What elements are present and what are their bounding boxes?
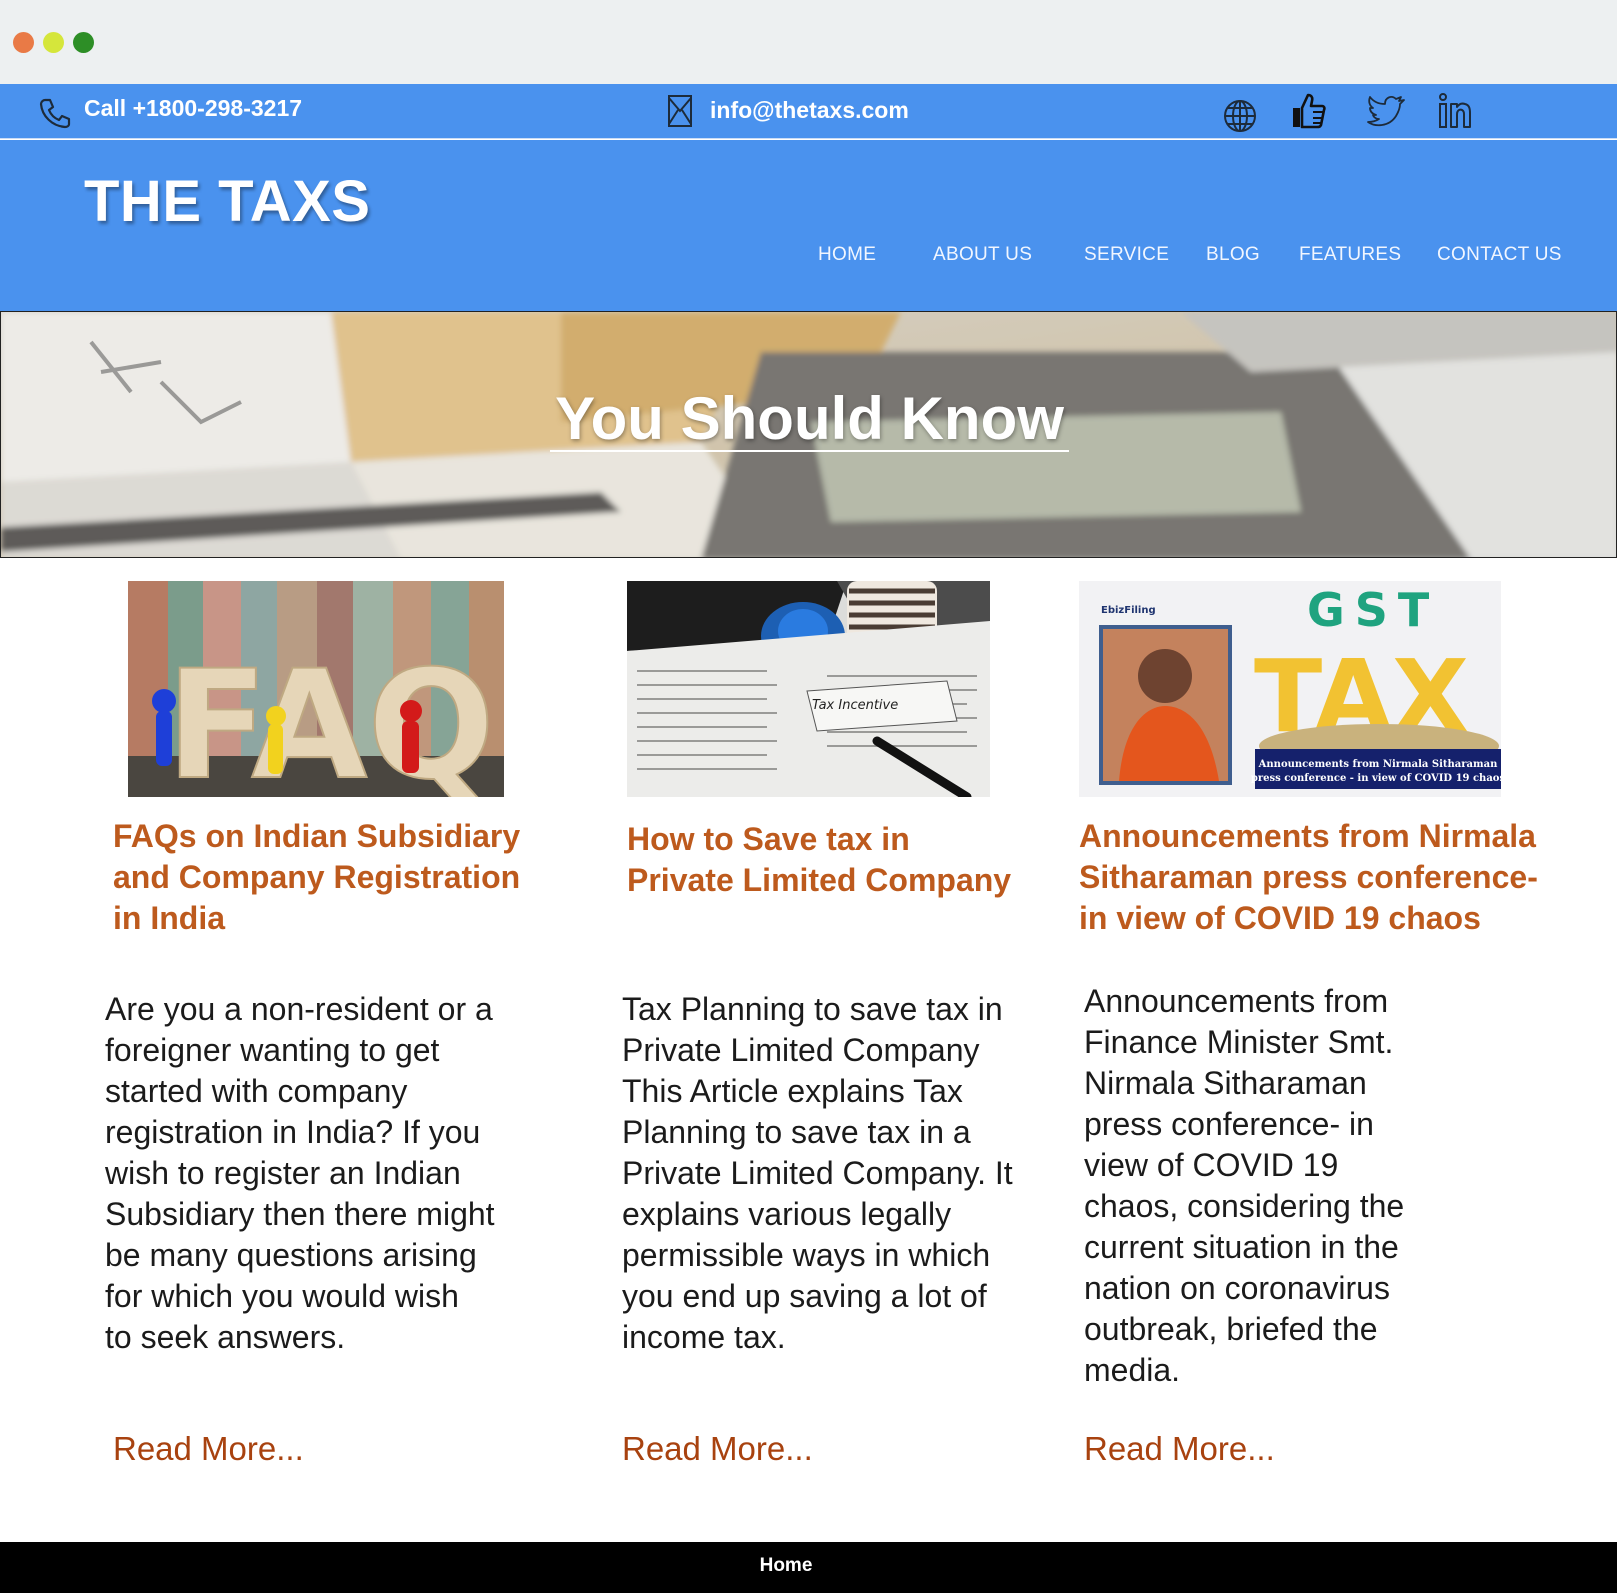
read-more-link-save-tax[interactable]: Read More... (622, 1430, 813, 1468)
excerpt-line: you end up saving a lot of (622, 1278, 987, 1314)
read-more-link-faq[interactable]: Read More... (113, 1430, 304, 1468)
phone-icon (39, 98, 71, 129)
excerpt-line: current situation in the (1084, 1229, 1399, 1265)
excerpt-line: for which you would wish (105, 1278, 459, 1314)
article-title-line: Sitharaman press conference- (1079, 859, 1538, 895)
twitter-icon[interactable] (1365, 94, 1407, 132)
article-excerpt-save-tax: Tax Planning to save tax in Private Limi… (622, 989, 1013, 1358)
excerpt-line: Announcements from (1084, 983, 1389, 1019)
article-title-line: in India (113, 900, 225, 936)
gst-tax-image[interactable]: EbizFiling GST TAX Announcements from Ni… (1079, 581, 1501, 797)
excerpt-line: registration in India? If you (105, 1114, 481, 1150)
contact-bar: Call +1800-298-3217 info@thetaxs.com (0, 84, 1617, 139)
article-title-line: How to Save tax in (627, 821, 910, 857)
article-title-announcements[interactable]: Announcements from Nirmala Sitharaman pr… (1079, 816, 1538, 939)
article-excerpt-faq: Are you a non-resident or a foreigner wa… (105, 989, 495, 1358)
excerpt-line: wish to register an Indian (105, 1155, 461, 1191)
excerpt-line: chaos, considering the (1084, 1188, 1405, 1224)
window-close-dot[interactable] (13, 32, 34, 53)
hero-banner: You Should Know (0, 311, 1617, 558)
svg-text:FAQ: FAQ (166, 639, 495, 797)
thumbs-up-icon[interactable] (1289, 92, 1327, 130)
article-title-save-tax[interactable]: How to Save tax in Private Limited Compa… (627, 819, 1011, 901)
article-title-line: FAQs on Indian Subsidiary (113, 818, 521, 854)
excerpt-line: Finance Minister Smt. (1084, 1024, 1394, 1060)
svg-text:EbizFiling: EbizFiling (1101, 605, 1156, 616)
svg-text:Announcements from Nirmala Sit: Announcements from Nirmala Sitharaman (1258, 759, 1498, 770)
excerpt-line: Planning to save tax in a (622, 1114, 971, 1150)
svg-text:press conference - in view of: press conference - in view of COVID 19 c… (1251, 773, 1501, 784)
globe-icon[interactable] (1222, 98, 1258, 134)
excerpt-line: nation on coronavirus (1084, 1270, 1390, 1306)
site-footer: Home (0, 1542, 1617, 1593)
excerpt-line: view of COVID 19 (1084, 1147, 1339, 1183)
excerpt-line: media. (1084, 1352, 1181, 1388)
excerpt-line: explains various legally (622, 1196, 952, 1232)
excerpt-line: permissible ways in which (622, 1237, 991, 1273)
svg-text:Tax Incentive: Tax Incentive (812, 698, 898, 713)
mail-icon (668, 95, 692, 127)
excerpt-line: Tax Planning to save tax in (622, 991, 1003, 1027)
article-title-faq[interactable]: FAQs on Indian Subsidiary and Company Re… (113, 816, 520, 939)
linkedin-icon[interactable] (1436, 92, 1474, 130)
window-minimize-dot[interactable] (43, 32, 64, 53)
email-address[interactable]: info@thetaxs.com (710, 97, 909, 124)
excerpt-line: foreigner wanting to get (105, 1032, 440, 1068)
excerpt-line: be many questions arising (105, 1237, 477, 1273)
excerpt-line: press conference- in (1084, 1106, 1374, 1142)
tax-incentive-image[interactable]: Tax Incentive (627, 581, 990, 797)
excerpt-line: Private Limited Company (622, 1032, 980, 1068)
excerpt-line: started with company (105, 1073, 408, 1109)
read-more-link-announcements[interactable]: Read More... (1084, 1430, 1275, 1468)
hero-title-underline (550, 450, 1069, 452)
excerpt-line: Are you a non-resident or a (105, 991, 493, 1027)
excerpt-line: Nirmala Sitharaman (1084, 1065, 1367, 1101)
window-maximize-dot[interactable] (73, 32, 94, 53)
article-title-line: in view of COVID 19 chaos (1079, 900, 1481, 936)
excerpt-line: to seek answers. (105, 1319, 346, 1355)
article-title-line: Announcements from Nirmala (1079, 818, 1536, 854)
phone-number[interactable]: Call +1800-298-3217 (84, 95, 302, 122)
footer-home-link[interactable]: Home (0, 1555, 1572, 1577)
article-title-line: Private Limited Company (627, 862, 1012, 898)
article-excerpt-announcements: Announcements from Finance Minister Smt.… (1084, 981, 1404, 1391)
article-title-line: and Company Registration (113, 859, 521, 895)
faq-image[interactable]: FAQ (128, 581, 504, 797)
browser-chrome (0, 0, 1617, 84)
site-header: THE TAXS HOME ABOUT US SERVICE BLOG FEAT… (0, 140, 1617, 311)
nav-about-us[interactable]: ABOUT US (933, 244, 1032, 266)
excerpt-line: Subsidiary then there might (105, 1196, 495, 1232)
excerpt-line: outbreak, briefed the (1084, 1311, 1378, 1347)
nav-features[interactable]: FEATURES (1299, 244, 1401, 266)
nav-service[interactable]: SERVICE (1084, 244, 1169, 266)
hero-title: You Should Know (555, 385, 1064, 452)
site-logo[interactable]: THE TAXS (84, 168, 371, 235)
svg-text:GST: GST (1307, 583, 1439, 637)
excerpt-line: income tax. (622, 1319, 786, 1355)
excerpt-line: This Article explains Tax (622, 1073, 963, 1109)
nav-home[interactable]: HOME (818, 244, 876, 266)
nav-blog[interactable]: BLOG (1206, 244, 1260, 266)
excerpt-line: Private Limited Company. It (622, 1155, 1013, 1191)
nav-contact-us[interactable]: CONTACT US (1437, 244, 1562, 266)
